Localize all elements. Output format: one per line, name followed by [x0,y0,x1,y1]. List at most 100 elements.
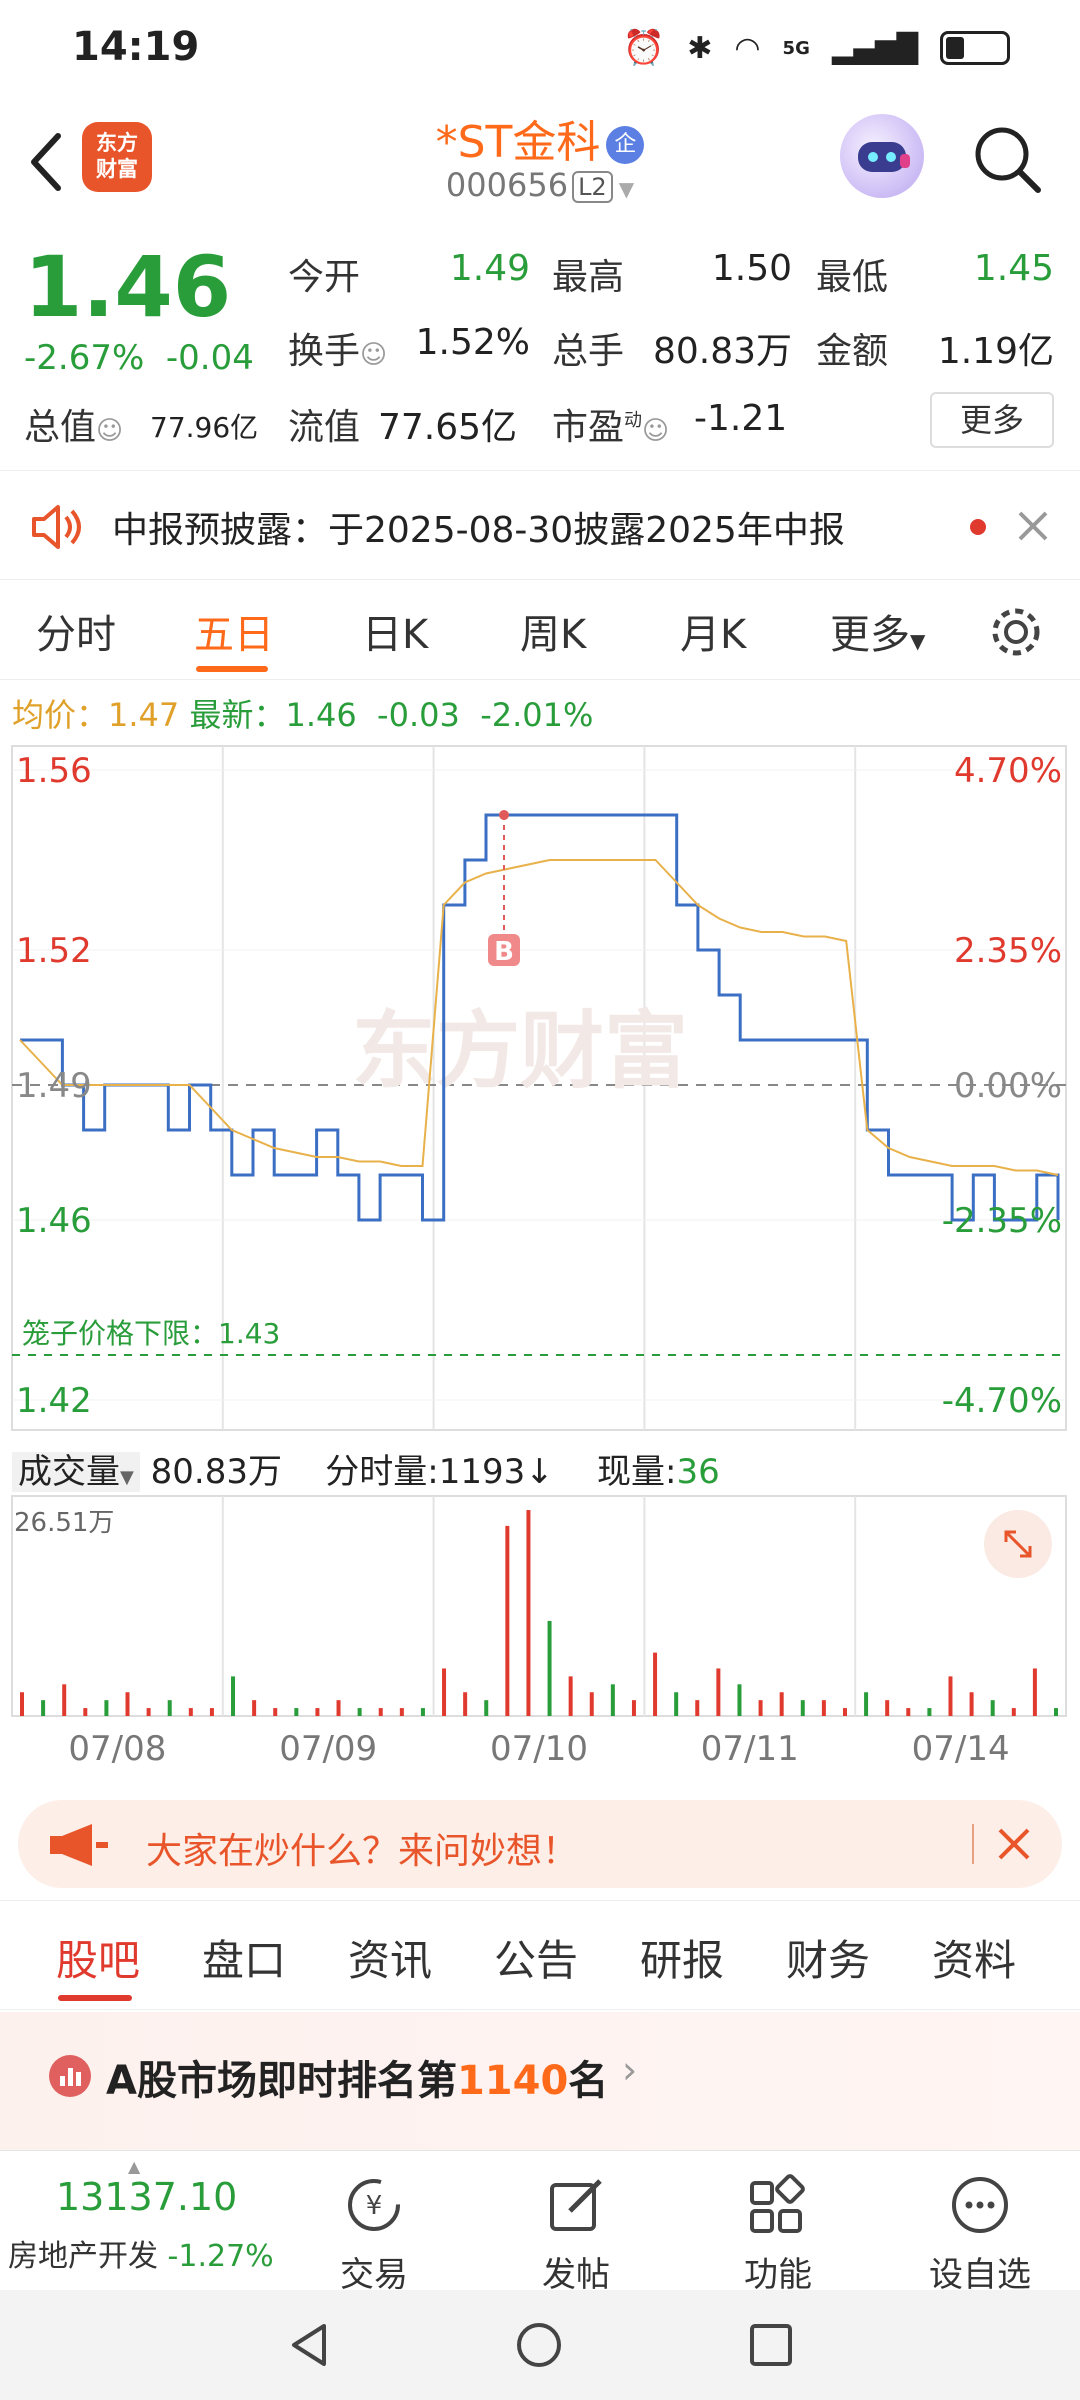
x-axis-date-label: 07/09 [279,1729,377,1769]
functions-button[interactable]: 功能 [708,2173,848,2296]
volume-bar [1032,1668,1037,1716]
post-label: 发帖 [542,2255,610,2295]
wifi-icon: ◠ [734,30,761,66]
trade-icon: ¥ [348,2179,400,2231]
current-volume: 36 [676,1452,720,1492]
volume-bar [779,1692,784,1716]
status-bar: 14:19 ⏰ ✱ ◠ 5G ▂▄▆█ [0,0,1080,100]
divider [972,1824,974,1864]
volume-bar [969,1692,974,1716]
volume-bar [990,1700,995,1716]
add-watchlist-button[interactable]: 设自选 [910,2173,1050,2296]
volume-bar [146,1708,151,1716]
tab-weekly-k[interactable]: 周K [520,602,586,660]
volume-bar [442,1668,447,1716]
content-tabs: 股吧 盘口 资讯 公告 研报 财务 资料 [0,1900,1080,2010]
volume-bar [589,1692,594,1716]
volume-bar [41,1700,46,1716]
robot-icon [858,142,910,172]
trade-marker-dot [499,810,509,820]
volume-bar [526,1510,531,1716]
y-axis-price-label: 1.52 [16,931,92,971]
tab-research[interactable]: 研报 [640,1927,724,1988]
nav-recents-icon[interactable] [746,2320,796,2370]
ranking-card[interactable]: A股市场即时排名第1140名 › [0,2012,1080,2150]
y-axis-percent-label: -2.35% [942,1201,1062,1241]
tab-five-day[interactable]: 五日 [194,602,274,660]
ai-banner[interactable]: 大家在炒什么？来问妙想！ [18,1800,1062,1888]
y-axis-price-label: 1.49 [16,1066,92,1106]
nav-back-icon[interactable] [284,2320,334,2370]
post-button[interactable]: 发帖 [506,2173,646,2296]
bottom-bar: ▲ 13137.10 房地产开发 -1.27% ¥ 交易 发帖 功能 设自选 [0,2150,1080,2295]
latest-pct: -2.01% [480,696,594,734]
expand-chart-button[interactable] [984,1510,1052,1578]
volume-bar [209,1708,214,1716]
tab-more[interactable]: 更多▼ [830,602,925,660]
volume-bar [273,1708,278,1716]
notice-text: 中报预披露：于2025-08-30披露2025年中报 [112,510,845,551]
functions-label: 功能 [744,2255,812,2295]
volume-label: 总手 [552,331,625,372]
volume-bar [906,1708,911,1716]
info-icon: ☺ [642,416,670,446]
dropdown-arrow-icon: ▼ [618,177,635,201]
volume-header: 成交量▼ 80.83万 分时量:1193↓ 现量:36 [12,1444,720,1493]
system-nav-bar [0,2290,1080,2400]
active-tab-indicator [196,666,268,672]
volume-bar [20,1692,24,1716]
volume-bar [927,1708,932,1716]
tab-news[interactable]: 资讯 [348,1927,432,1988]
volume-chart[interactable]: 07/08 07/09 07/10 07/11 07/14 [0,1494,1080,1774]
nav-home-icon[interactable] [514,2320,564,2370]
close-icon[interactable] [996,1826,1032,1862]
volume-bar [463,1692,468,1716]
index-value: 13137.10 [56,2175,238,2219]
volume-bar [104,1700,109,1716]
edit-icon [550,2179,602,2231]
settings-gear-icon[interactable] [988,604,1044,660]
svg-text:¥: ¥ [366,2191,383,2221]
alarm-icon: ⏰ [622,28,666,68]
tab-financials[interactable]: 财务 [786,1927,870,1988]
tab-profile[interactable]: 资料 [932,1927,1016,1988]
index-widget[interactable]: ▲ 13137.10 房地产开发 -1.27% [0,2151,280,2291]
volume-max-label: 26.51万 [14,1508,115,1538]
battery-icon [940,31,1010,65]
info-icon: ☺ [96,416,124,446]
tab-daily-k[interactable]: 日K [362,602,428,660]
tab-monthly-k[interactable]: 月K [680,602,746,660]
tab-announcements[interactable]: 公告 [494,1927,578,1988]
close-icon[interactable] [1016,509,1050,543]
stock-header: 东方财富 *ST金科企 000656 L2 ▼ [0,100,1080,220]
more-quote-button[interactable]: 更多 [930,392,1054,448]
x-axis-date-label: 07/10 [490,1729,588,1769]
y-axis-price-label: 1.42 [16,1381,92,1421]
ai-assistant-avatar[interactable] [840,114,924,198]
tick-volume: 1193 [438,1452,526,1492]
tab-forum[interactable]: 股吧 [56,1927,140,1988]
volume-value: 80.83万 [652,331,792,372]
five-day-price-chart[interactable]: 东方财富 B 笼子价格下限：1.43 1.56 4.70% 1.52 2.35% 1.49… [0,740,1080,1440]
search-button[interactable] [972,124,1044,196]
last-price: 1.46 [24,238,232,336]
low-label: 最低 [816,257,889,298]
tab-intraday[interactable]: 分时 [36,602,116,660]
megaphone-icon [50,1824,108,1866]
pe-value: -1.21 [694,398,788,439]
volume-bar [252,1700,257,1716]
volume-bar [231,1676,236,1716]
tab-order-book[interactable]: 盘口 [202,1927,286,1988]
notice-bar[interactable]: 中报预披露：于2025-08-30披露2025年中报 [0,470,1080,580]
volume-selector[interactable]: 成交量▼ [12,1452,140,1492]
trade-button[interactable]: ¥ 交易 [304,2173,444,2296]
down-arrow-icon: ↓ [525,1452,554,1492]
y-axis-price-label: 1.56 [16,751,92,791]
volume-bar [821,1700,826,1716]
ranking-value: 1140 [456,2058,569,2104]
float-value: 77.65亿 [378,407,518,448]
price-change: -2.67% -0.04 [24,338,254,378]
volume-bar [695,1700,700,1716]
ranking-chart-icon [49,2055,91,2097]
volume-bar [399,1708,404,1716]
